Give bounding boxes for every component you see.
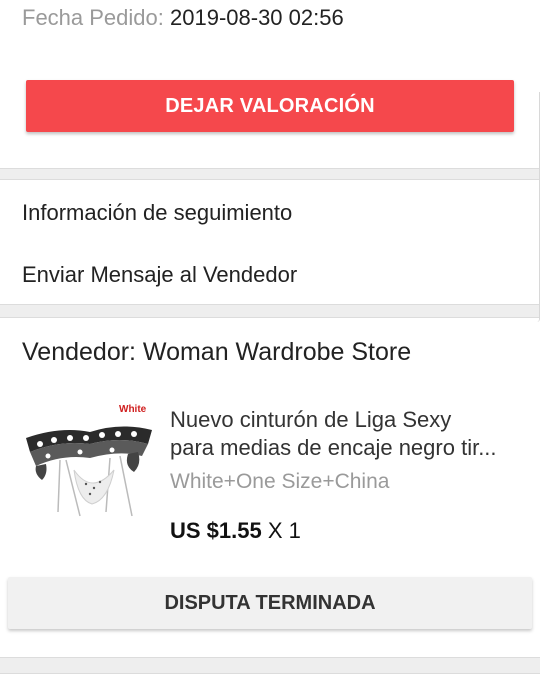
product-title[interactable]: Nuevo cinturón de Liga Sexy para medias … [170,406,520,462]
leave-review-button[interactable]: DEJAR VALORACIÓN [26,80,514,132]
order-date-value: 2019-08-30 02:56 [170,5,344,30]
product-price: US $1.55 [170,518,262,543]
product-title-line-1: Nuevo cinturón de Liga Sexy [170,407,452,432]
product-price-quantity: US $1.55 X 1 [170,518,301,544]
dispute-finished-button[interactable]: DISPUTA TERMINADA [8,577,532,629]
seller-order-card: Vendedor: Woman Wardrobe Store White Nue… [0,318,540,657]
product-image-tag: White [119,404,147,415]
section-divider [0,168,540,180]
order-actions-menu: Información de seguimiento Enviar Mensaj… [0,180,540,304]
seller-name[interactable]: Vendedor: Woman Wardrobe Store [22,338,411,367]
product-quantity: X 1 [267,518,301,543]
product-variant: White+One Size+China [170,470,390,493]
section-divider [0,304,540,318]
order-date-label: Fecha Pedido: [22,5,164,30]
order-summary-section: Fecha Pedido: 2019-08-30 02:56 DEJAR VAL… [0,0,540,168]
product-title-line-2: para medias de encaje negro tir... [170,435,497,460]
order-date: Fecha Pedido: 2019-08-30 02:56 [22,5,344,31]
tracking-info-link[interactable]: Información de seguimiento [22,200,292,226]
message-seller-link[interactable]: Enviar Mensaje al Vendedor [22,262,297,288]
section-divider [0,657,540,674]
product-image[interactable]: White [20,400,156,536]
